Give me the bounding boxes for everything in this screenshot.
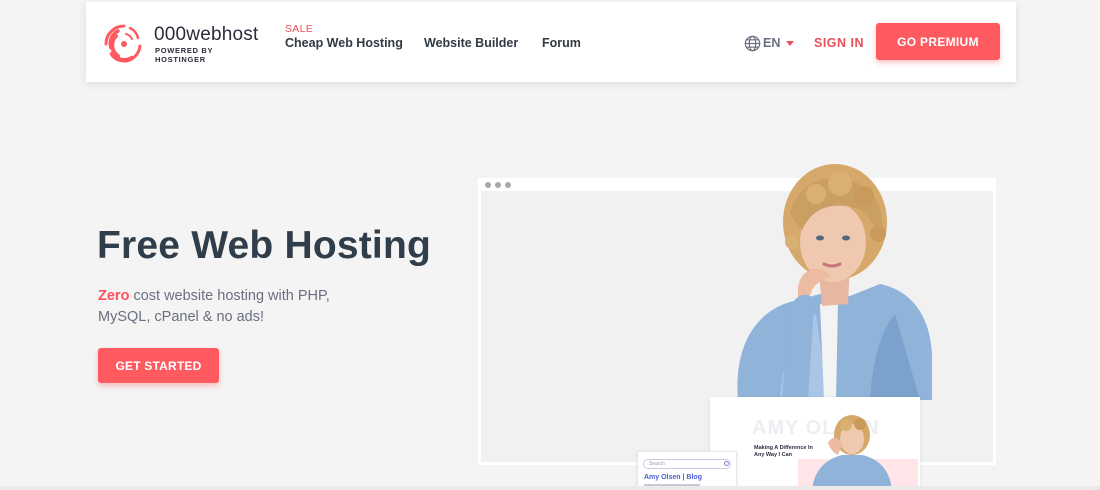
blog-sidebar-card: Search Amy Olsen | Blog — [637, 451, 737, 490]
hero-desc-text: cost website hosting with PHP, MySQL, cP… — [98, 288, 330, 325]
language-selector[interactable]: EN — [744, 33, 795, 53]
hero-description: Zero cost website hosting with PHP, MySQ… — [98, 286, 358, 328]
swirl-logo-icon — [104, 24, 142, 63]
go-premium-button[interactable]: GO PREMIUM — [876, 23, 1000, 60]
top-navbar: 000webhost POWERED BY HOSTINGER SALE Che… — [86, 2, 1016, 82]
hero-title: Free Web Hosting — [97, 224, 432, 267]
nav-cheap-web-hosting[interactable]: Cheap Web Hosting — [285, 36, 403, 50]
logo-wordmark: 000webhost — [154, 24, 259, 45]
nav-forum[interactable]: Forum — [542, 36, 581, 50]
search-icon — [724, 461, 729, 466]
logo-tagline: POWERED BY HOSTINGER — [155, 46, 214, 64]
blog-title: Amy Olsen | Blog — [644, 474, 702, 481]
blog-post-photo — [812, 415, 892, 490]
language-label: EN — [763, 36, 781, 50]
nav-website-builder[interactable]: Website Builder — [424, 36, 518, 50]
chevron-down-icon — [786, 40, 795, 46]
blog-search-input: Search — [643, 459, 731, 469]
blog-post-card: AMY OLSEN Making A Difference In Any Way… — [710, 397, 920, 490]
site-logo[interactable]: 000webhost POWERED BY HOSTINGER — [100, 20, 260, 64]
globe-icon — [744, 35, 761, 51]
get-started-button[interactable]: GET STARTED — [98, 348, 219, 383]
browser-window-dots — [485, 182, 511, 188]
sign-in-link[interactable]: SIGN IN — [814, 36, 864, 50]
hero-desc-accent: Zero — [98, 288, 130, 304]
page-edge — [0, 486, 1100, 490]
sale-tag: SALE — [285, 23, 314, 35]
hero-person-image — [737, 164, 932, 400]
